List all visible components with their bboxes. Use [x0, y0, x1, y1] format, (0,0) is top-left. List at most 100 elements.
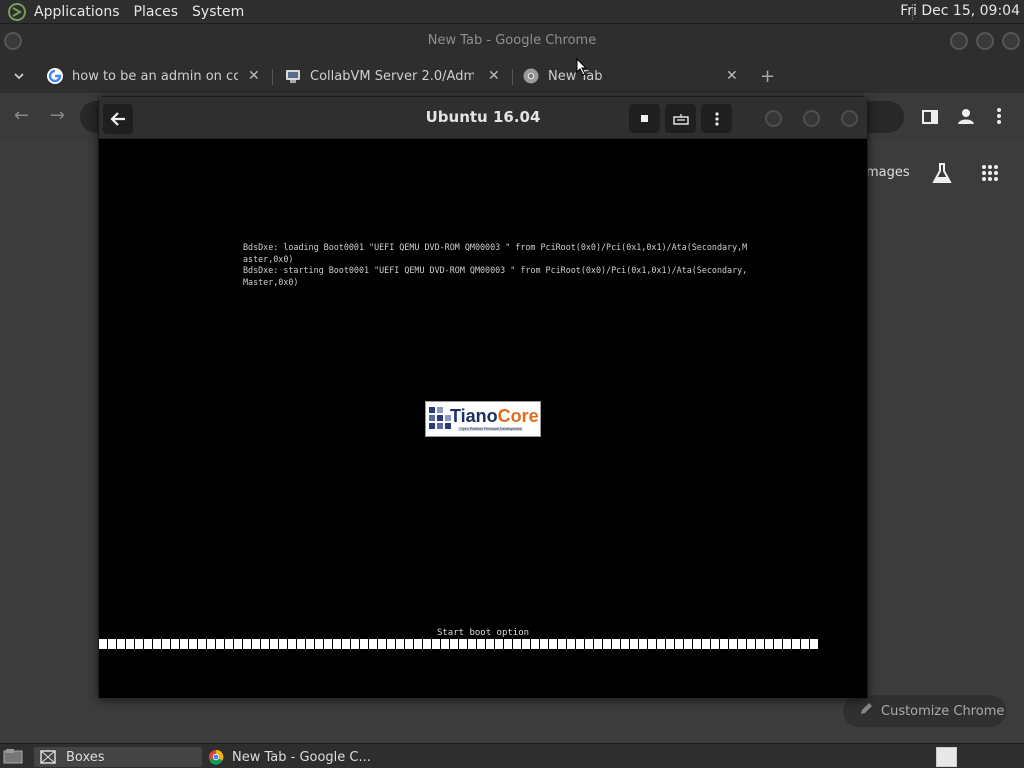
progress-segment: [522, 639, 530, 649]
tab-new-tab[interactable]: New Tab ✕: [522, 61, 744, 91]
progress-segment: [270, 639, 278, 649]
mate-logo-icon[interactable]: [6, 1, 28, 23]
progress-segment: [693, 639, 701, 649]
boxes-headerbar[interactable]: Ubuntu 16.04: [99, 97, 867, 139]
progress-segment: [189, 639, 197, 649]
forward-arrow-icon[interactable]: →: [50, 105, 65, 126]
progress-segment: [180, 639, 188, 649]
progress-segment: [207, 639, 215, 649]
progress-segment: [585, 639, 593, 649]
progress-segment: [468, 639, 476, 649]
progress-segment: [567, 639, 575, 649]
maximize-button[interactable]: [976, 32, 994, 50]
window-menu-button[interactable]: [4, 32, 22, 50]
progress-segment: [801, 639, 809, 649]
progress-segment: [747, 639, 755, 649]
bottom-taskbar: Boxes New Tab - Google C...: [0, 743, 1024, 768]
back-arrow-icon[interactable]: ←: [14, 105, 29, 126]
minimize-button[interactable]: [950, 32, 968, 50]
vm-menu-button[interactable]: [701, 104, 732, 133]
progress-segment: [477, 639, 485, 649]
tab-search-button[interactable]: [12, 61, 26, 91]
progress-segment: [495, 639, 503, 649]
tab-collab-search[interactable]: how to be an admin on collab ✕: [46, 61, 268, 91]
progress-segment: [450, 639, 458, 649]
tab-strip: how to be an admin on collab ✕ CollabVM …: [0, 57, 1024, 93]
progress-segment: [558, 639, 566, 649]
progress-segment: [279, 639, 287, 649]
show-desktop-icon[interactable]: [3, 748, 23, 768]
progress-segment: [738, 639, 746, 649]
google-icon: [47, 68, 63, 84]
progress-segment: [153, 639, 161, 649]
profile-avatar-icon[interactable]: [957, 107, 975, 129]
close-tab-icon[interactable]: ✕: [488, 68, 500, 84]
progress-segment: [441, 639, 449, 649]
images-link[interactable]: mages: [866, 165, 910, 180]
keyboard-icon: [672, 113, 689, 125]
progress-segment: [261, 639, 269, 649]
customize-chrome-button[interactable]: Customize Chrome: [843, 695, 1006, 727]
kebab-menu-icon[interactable]: [996, 107, 1002, 129]
menu-places[interactable]: Places: [134, 4, 179, 20]
progress-segment: [756, 639, 764, 649]
progress-segment: [306, 639, 314, 649]
progress-segment: [684, 639, 692, 649]
close-tab-icon[interactable]: ✕: [726, 68, 738, 84]
vm-title: Ubuntu 16.04: [425, 108, 541, 126]
customize-chrome-label: Customize Chrome: [881, 703, 1005, 719]
progress-segment: [648, 639, 656, 649]
stop-button[interactable]: [629, 104, 660, 133]
vm-display[interactable]: BdsDxe: loading Boot0001 "UEFI QEMU DVD-…: [99, 139, 867, 698]
progress-segment: [171, 639, 179, 649]
progress-segment: [513, 639, 521, 649]
progress-segment: [459, 639, 467, 649]
tab-collabvm-admin[interactable]: CollabVM Server 2.0/Admin I ✕: [284, 61, 506, 91]
progress-segment: [396, 639, 404, 649]
boot-progress-bar: [99, 639, 819, 649]
progress-segment: [369, 639, 377, 649]
progress-segment: [783, 639, 791, 649]
boxes-icon: [40, 750, 56, 764]
minimize-button[interactable]: [765, 110, 782, 127]
boot-status-text: Start boot option: [436, 628, 530, 638]
progress-segment: [540, 639, 548, 649]
progress-segment: [702, 639, 710, 649]
progress-segment: [765, 639, 773, 649]
new-tab-button[interactable]: +: [760, 61, 775, 91]
progress-segment: [423, 639, 431, 649]
labs-flask-icon[interactable]: [932, 162, 952, 188]
progress-segment: [630, 639, 638, 649]
progress-segment: [162, 639, 170, 649]
maximize-button[interactable]: [803, 110, 820, 127]
close-window-button[interactable]: [841, 110, 858, 127]
progress-segment: [351, 639, 359, 649]
menu-system[interactable]: System: [192, 4, 244, 20]
progress-segment: [621, 639, 629, 649]
keyboard-button[interactable]: [665, 104, 696, 133]
progress-segment: [297, 639, 305, 649]
side-panel-icon[interactable]: [922, 109, 938, 129]
tianocore-grid-icon: [429, 407, 451, 429]
kebab-menu-icon: [714, 111, 719, 126]
progress-segment: [144, 639, 152, 649]
workspace-switcher[interactable]: [936, 747, 957, 767]
progress-segment: [675, 639, 683, 649]
taskbar-chrome[interactable]: New Tab - Google C...: [206, 747, 406, 767]
taskbar-boxes[interactable]: Boxes: [34, 747, 202, 767]
progress-segment: [216, 639, 224, 649]
progress-segment: [486, 639, 494, 649]
clock[interactable]: Fri Dec 15, 09:04: [900, 3, 1020, 19]
close-window-button[interactable]: [1002, 32, 1020, 50]
chrome-titlebar[interactable]: New Tab - Google Chrome: [0, 24, 1024, 57]
progress-segment: [414, 639, 422, 649]
apps-grid-icon[interactable]: [981, 164, 999, 186]
chevron-down-icon: [14, 73, 24, 80]
progress-segment: [342, 639, 350, 649]
collabvm-icon: [286, 70, 300, 83]
task-label: Boxes: [66, 749, 105, 765]
progress-segment: [333, 639, 341, 649]
progress-segment: [387, 639, 395, 649]
menu-applications[interactable]: Applications: [34, 4, 120, 20]
close-tab-icon[interactable]: ✕: [248, 68, 260, 84]
